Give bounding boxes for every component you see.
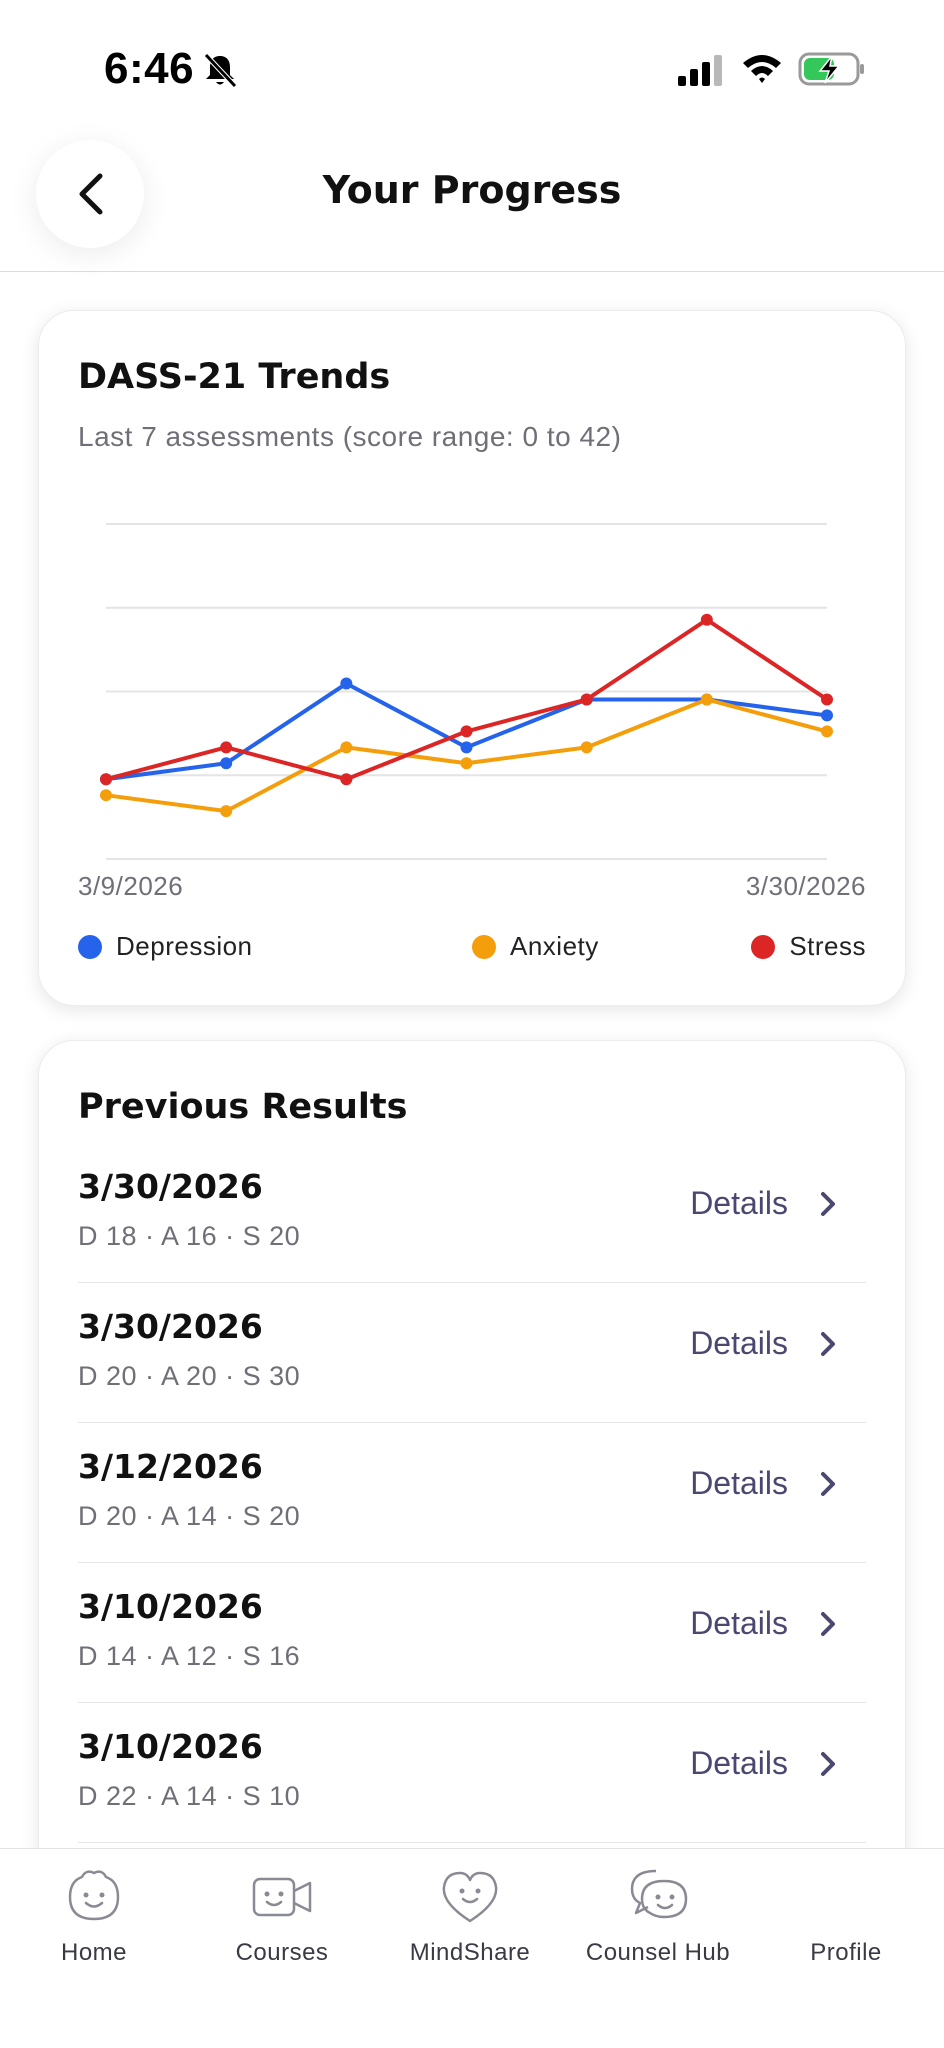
data-point-depression [821,709,833,722]
tab-bar: Home Courses MindShare Counsel Hub Profi… [0,1848,944,2048]
tab-label: MindShare [409,1939,531,1966]
details-label: Details [690,1745,788,1781]
legend-label: Stress [789,931,866,961]
result-date: 3/30/2026 [78,1167,263,1206]
result-scores: D 22 · A 14 · S 10 [78,1781,301,1811]
legend-dot-stress [751,934,776,959]
data-point-stress [460,725,473,738]
result-date: 3/10/2026 [78,1727,263,1766]
legend-item-stress: Stress [751,931,866,962]
chevron-right-icon [821,1471,835,1496]
tab-profile[interactable]: Profile [752,1867,940,1967]
data-point-anxiety [700,693,713,706]
details-button[interactable]: Details [690,1465,838,1502]
legend-dot-depression [78,934,102,959]
details-label: Details [690,1465,788,1501]
result-row[interactable]: 3/30/2026 D 18 · A 16 · S 20 Details [78,1143,866,1283]
heart-face-icon [442,1871,498,1923]
trends-title: DASS-21 Trends [78,357,391,397]
result-date: 3/10/2026 [78,1587,263,1626]
battery-charging-icon [798,52,864,86]
series-line-anxiety [105,697,828,814]
result-row[interactable]: 3/10/2026 D 14 · A 12 · S 16 Details [78,1563,866,1703]
tab-counsel-hub[interactable]: Counsel Hub [564,1867,752,1967]
details-label: Details [690,1325,788,1361]
profile-icon [814,1867,878,1927]
result-date: 3/12/2026 [78,1447,263,1486]
data-point-stress [700,613,713,626]
tab-label: Courses [235,1939,329,1966]
page-title: Your Progress [322,168,622,212]
details-button[interactable]: Details [690,1325,838,1362]
details-label: Details [690,1185,788,1221]
details-button[interactable]: Details [690,1745,838,1782]
tab-label: Counsel Hub [585,1939,731,1966]
details-label: Details [690,1605,788,1641]
data-point-stress [220,741,233,754]
result-row[interactable]: 3/10/2026 D 22 · A 14 · S 10 Details [78,1703,866,1843]
chevron-right-icon [821,1611,835,1636]
data-point-depression [460,741,473,754]
result-scores: D 20 · A 14 · S 20 [78,1501,301,1531]
legend-item-depression: Depression [78,931,253,962]
data-point-anxiety [460,757,473,770]
tab-home[interactable]: Home [0,1867,188,1967]
result-scores: D 20 · A 20 · S 30 [78,1361,301,1391]
result-date: 3/30/2026 [78,1307,263,1346]
cellular-signal-icon [678,55,722,86]
data-point-stress [580,693,593,706]
x-axis-start-label: 3/9/2026 [78,871,184,901]
chat-bubbles-face-icon [630,1869,688,1919]
tab-courses[interactable]: Courses [188,1867,376,1967]
trends-card: DASS-21 Trends Last 7 assessments (score… [38,310,906,1006]
tab-label: Profile [810,1939,882,1966]
chevron-right-icon [821,1331,835,1356]
trends-subtitle: Last 7 assessments (score range: 0 to 42… [78,421,622,452]
tab-label: Home [60,1939,128,1966]
details-button[interactable]: Details [690,1185,838,1222]
legend-label: Depression [116,931,253,961]
result-scores: D 14 · A 12 · S 16 [78,1641,301,1671]
data-point-anxiety [340,741,353,754]
data-point-stress [100,773,112,786]
data-point-stress [821,693,833,706]
data-point-depression [340,677,353,690]
results-title: Previous Results [78,1087,408,1127]
trend-chart [100,523,833,860]
data-point-anxiety [821,725,833,738]
bell-muted-icon [204,53,237,88]
previous-results-card: Previous Results 3/30/2026 D 18 · A 16 ·… [38,1040,906,1940]
result-row[interactable]: 3/30/2026 D 20 · A 20 · S 30 Details [78,1283,866,1423]
data-point-anxiety [580,741,593,754]
data-point-anxiety [220,805,233,818]
results-list: 3/30/2026 D 18 · A 16 · S 20 Details 3/3… [78,1143,866,1843]
status-bar: 6:46 [0,0,944,130]
home-face-icon [68,1870,120,1921]
data-point-anxiety [100,789,112,802]
wifi-icon [743,55,781,83]
result-scores: D 18 · A 16 · S 20 [78,1221,301,1251]
status-time: 6:46 [104,44,195,93]
legend-dot-anxiety [472,934,496,959]
chevron-right-icon [821,1751,835,1776]
chart-legend: Depression Anxiety Stress [78,931,866,971]
result-row[interactable]: 3/12/2026 D 20 · A 14 · S 20 Details [78,1423,866,1563]
x-axis-end-label: 3/30/2026 [745,871,866,901]
details-button[interactable]: Details [690,1605,838,1642]
legend-label: Anxiety [510,931,599,961]
data-point-depression [220,757,233,770]
video-camera-face-icon [252,1877,312,1917]
chevron-right-icon [821,1191,835,1216]
tab-mindshare[interactable]: MindShare [376,1867,564,1967]
header: Your Progress [0,130,944,272]
legend-item-anxiety: Anxiety [472,931,599,962]
data-point-stress [340,773,353,786]
